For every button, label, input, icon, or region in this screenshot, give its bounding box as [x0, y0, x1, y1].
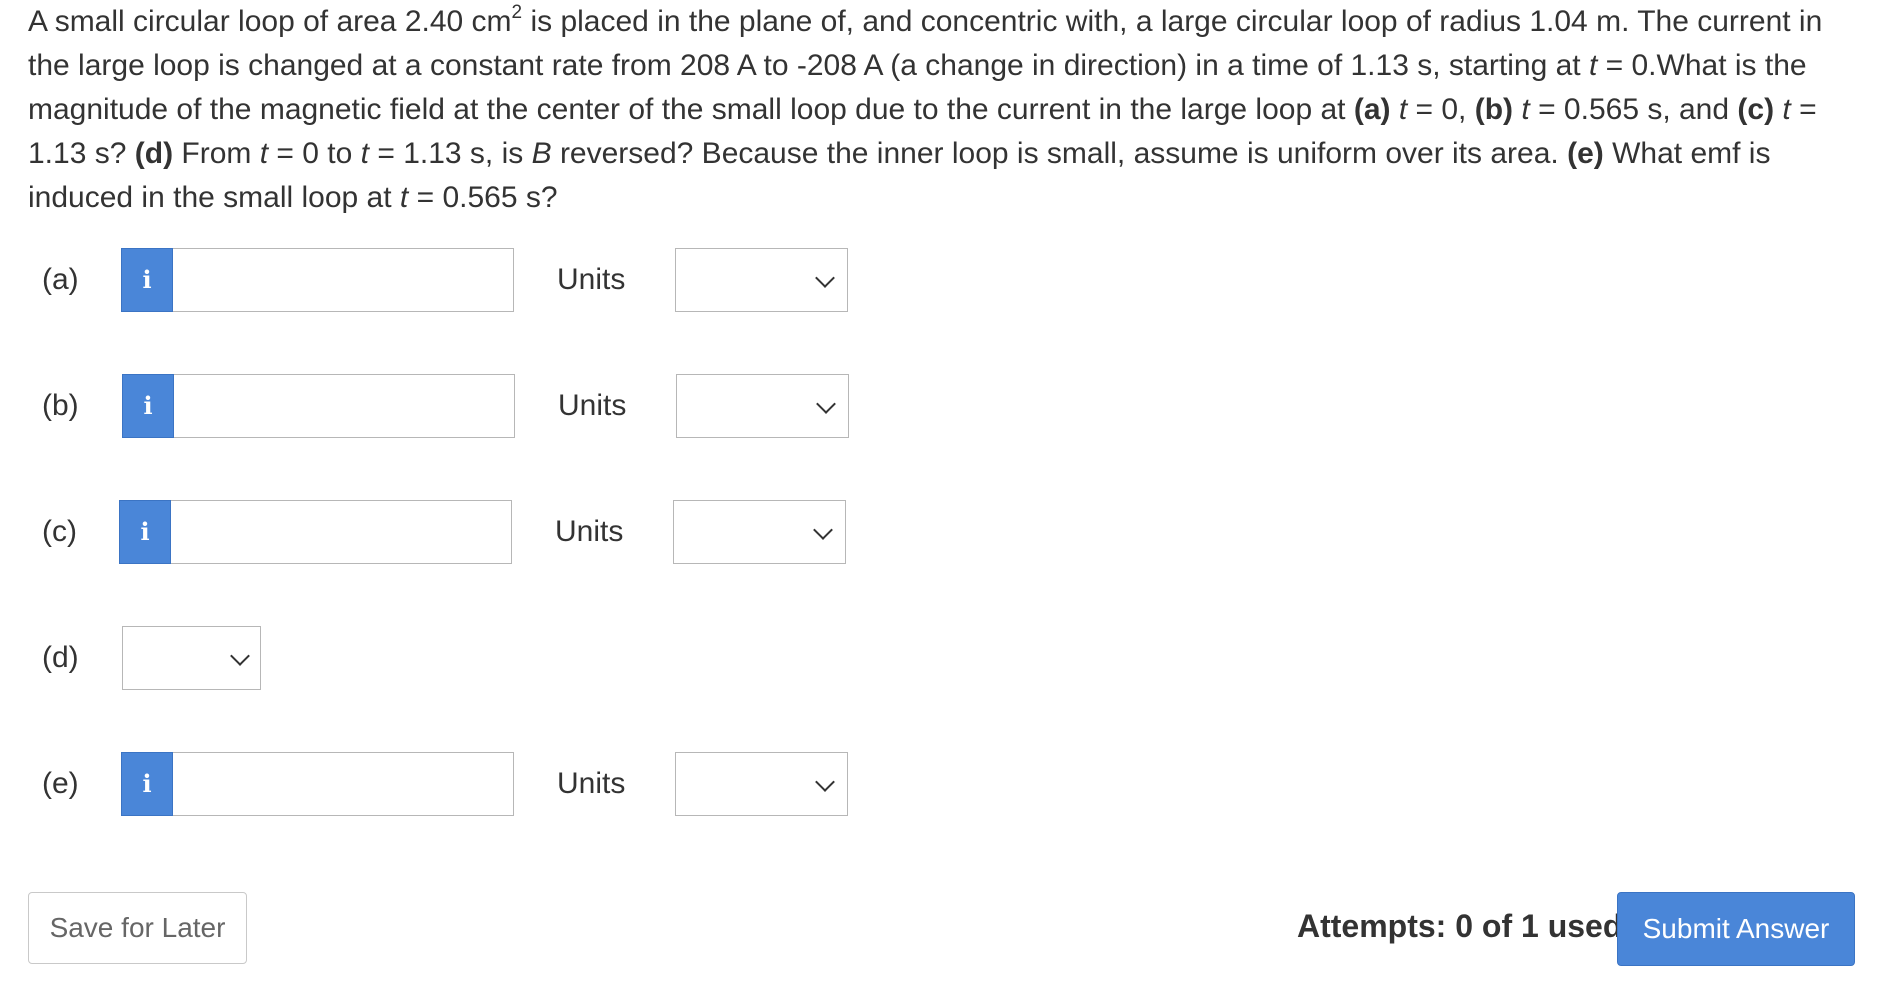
units-select-e[interactable]: [675, 752, 848, 816]
part-marker-b: (b): [1474, 93, 1514, 126]
units-label-e: Units: [557, 767, 626, 800]
variable-t: t: [259, 137, 269, 170]
question-fragment: = 0.565 s?: [408, 181, 558, 214]
chevron-down-icon: [816, 394, 836, 414]
variable-t: t: [360, 137, 369, 170]
variable-t: t: [1782, 93, 1791, 126]
units-select-c[interactable]: [673, 500, 846, 564]
part-label-e: (e): [42, 767, 79, 800]
part-label-b: (b): [42, 389, 79, 422]
answer-input-c[interactable]: [171, 500, 512, 564]
part-label-d: (d): [42, 641, 79, 674]
part-marker-c: (c): [1737, 93, 1775, 126]
info-icon: i: [140, 517, 150, 546]
save-for-later-button[interactable]: Save for Later: [28, 892, 247, 964]
question-fragment: = 0 to: [268, 137, 361, 170]
reversed-select-d[interactable]: [122, 626, 261, 690]
answer-input-e[interactable]: [173, 752, 514, 816]
part-marker-a: (a): [1353, 93, 1391, 126]
variable-t: t: [399, 181, 409, 214]
chevron-down-icon: [815, 268, 835, 288]
question-fragment: = 0.565 s, and: [1529, 93, 1738, 126]
info-button-c[interactable]: i: [119, 500, 171, 564]
question-fragment: From: [173, 137, 260, 170]
question-fragment: = 0,: [1407, 93, 1475, 126]
units-select-b[interactable]: [676, 374, 849, 438]
superscript: 2: [511, 2, 523, 23]
chevron-down-icon: [815, 772, 835, 792]
chevron-down-icon: [813, 520, 833, 540]
units-label-c: Units: [555, 515, 624, 548]
part-label-a: (a): [42, 263, 79, 296]
part-label-c: (c): [42, 515, 77, 548]
attempts-counter: Attempts: 0 of 1 used: [1297, 908, 1623, 944]
info-icon: i: [143, 391, 153, 420]
info-icon: i: [142, 769, 152, 798]
answer-input-a[interactable]: [173, 248, 514, 312]
question-fragment: A small circular loop of area 2.40 cm: [28, 5, 512, 38]
info-button-a[interactable]: i: [121, 248, 173, 312]
variable-t: t: [1398, 93, 1408, 126]
variable-b: B: [531, 137, 552, 170]
units-label-b: Units: [558, 389, 627, 422]
info-icon: i: [142, 265, 152, 294]
chevron-down-icon: [230, 646, 250, 666]
info-button-b[interactable]: i: [122, 374, 174, 438]
units-label-a: Units: [557, 263, 626, 296]
answer-input-b[interactable]: [174, 374, 515, 438]
submit-answer-button[interactable]: Submit Answer: [1617, 892, 1855, 966]
part-marker-e: (e): [1567, 137, 1604, 170]
question-text: A small circular loop of area 2.40 cm2 i…: [28, 0, 1868, 220]
part-marker-d: (d): [134, 137, 174, 170]
info-button-e[interactable]: i: [121, 752, 173, 816]
units-select-a[interactable]: [675, 248, 848, 312]
question-fragment: = 1.13 s, is: [369, 137, 532, 170]
question-fragment: reversed? Because the inner loop is smal…: [551, 137, 1568, 170]
variable-t: t: [1521, 93, 1530, 126]
